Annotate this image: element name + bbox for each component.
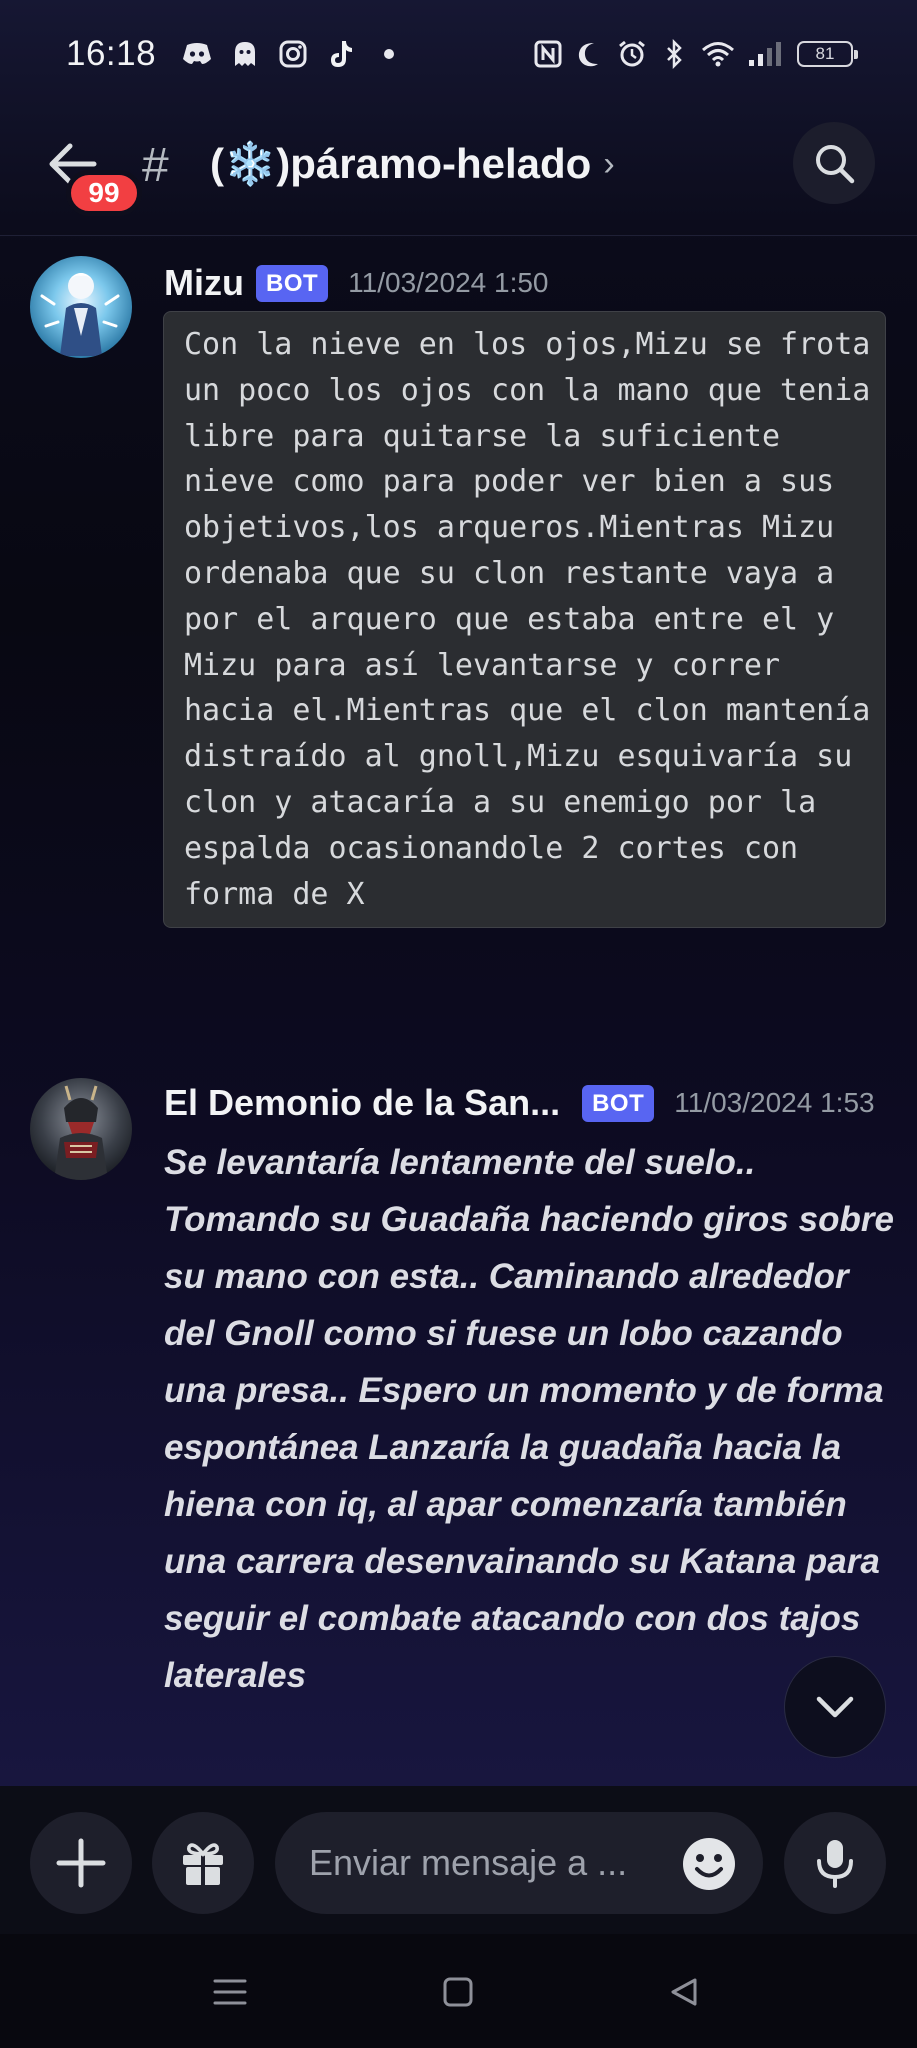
message-input[interactable]: Enviar mensaje a ...: [275, 1812, 763, 1914]
author-name[interactable]: El Demonio de la San...: [164, 1082, 560, 1124]
signal-icon: [747, 39, 785, 69]
dot-icon: [374, 39, 404, 69]
microphone-icon: [817, 1840, 853, 1888]
voice-message-button[interactable]: [784, 1812, 886, 1914]
search-icon: [816, 145, 855, 184]
bot-tag: BOT: [582, 1084, 655, 1122]
message-code-block: Con la nieve en los ojos,Mizu se frota u…: [163, 311, 886, 929]
alarm-icon: [617, 39, 647, 69]
scroll-to-bottom-button[interactable]: [784, 1656, 886, 1758]
wifi-icon: [701, 39, 735, 69]
message-content: Se levantaría lentamente del suelo.. Tom…: [164, 1143, 894, 1695]
status-bar: 16:18 81: [0, 0, 917, 108]
message-item[interactable]: El Demonio de la San... BOT 11/03/2024 1…: [0, 1078, 917, 1758]
emoji-icon[interactable]: [681, 1836, 737, 1892]
search-button[interactable]: [793, 122, 875, 204]
chevron-down-icon: [816, 1696, 854, 1718]
tiktok-icon: [326, 39, 356, 69]
moon-icon: [575, 39, 605, 69]
discord-icon: [182, 39, 212, 69]
home-button[interactable]: [430, 1964, 486, 2020]
message-input-placeholder: Enviar mensaje a ...: [309, 1842, 628, 1883]
avatar[interactable]: [30, 1078, 132, 1180]
ghost-icon: [230, 39, 260, 69]
message-timestamp: 11/03/2024 1:53: [674, 1087, 875, 1118]
gift-icon: [183, 1843, 223, 1885]
gift-button[interactable]: [152, 1812, 254, 1914]
unread-badge: 99: [66, 170, 142, 216]
author-name[interactable]: Mizu: [164, 262, 244, 304]
channel-header: 99 # (❄️)páramo-helado ›: [0, 108, 917, 236]
system-nav-bar: [0, 1934, 917, 2048]
message-item[interactable]: Mizu BOT 11/03/2024 1:50 Con la nieve en…: [0, 256, 917, 976]
bluetooth-icon: [659, 39, 689, 69]
channel-hash-icon: #: [142, 139, 169, 192]
menu-icon: [213, 1979, 247, 2005]
system-back-button[interactable]: [656, 1964, 712, 2020]
recent-apps-button[interactable]: [202, 1964, 258, 2020]
avatar[interactable]: [30, 256, 132, 358]
triangle-back-icon: [671, 1978, 697, 2006]
channel-name: (❄️)páramo-helado: [210, 140, 592, 187]
plus-icon: [56, 1838, 106, 1888]
nfc-icon: [533, 39, 563, 69]
battery-indicator: 81: [797, 41, 858, 67]
channel-title[interactable]: (❄️)páramo-helado ›: [210, 140, 615, 189]
message-timestamp: 11/03/2024 1:50: [348, 267, 549, 298]
message-composer: Enviar mensaje a ...: [0, 1786, 917, 1934]
square-icon: [443, 1977, 473, 2007]
add-attachment-button[interactable]: [30, 1812, 132, 1914]
instagram-icon: [278, 39, 308, 69]
bot-tag: BOT: [255, 264, 329, 302]
chevron-right-icon: ›: [603, 145, 615, 183]
status-time: 16:18: [66, 34, 157, 73]
